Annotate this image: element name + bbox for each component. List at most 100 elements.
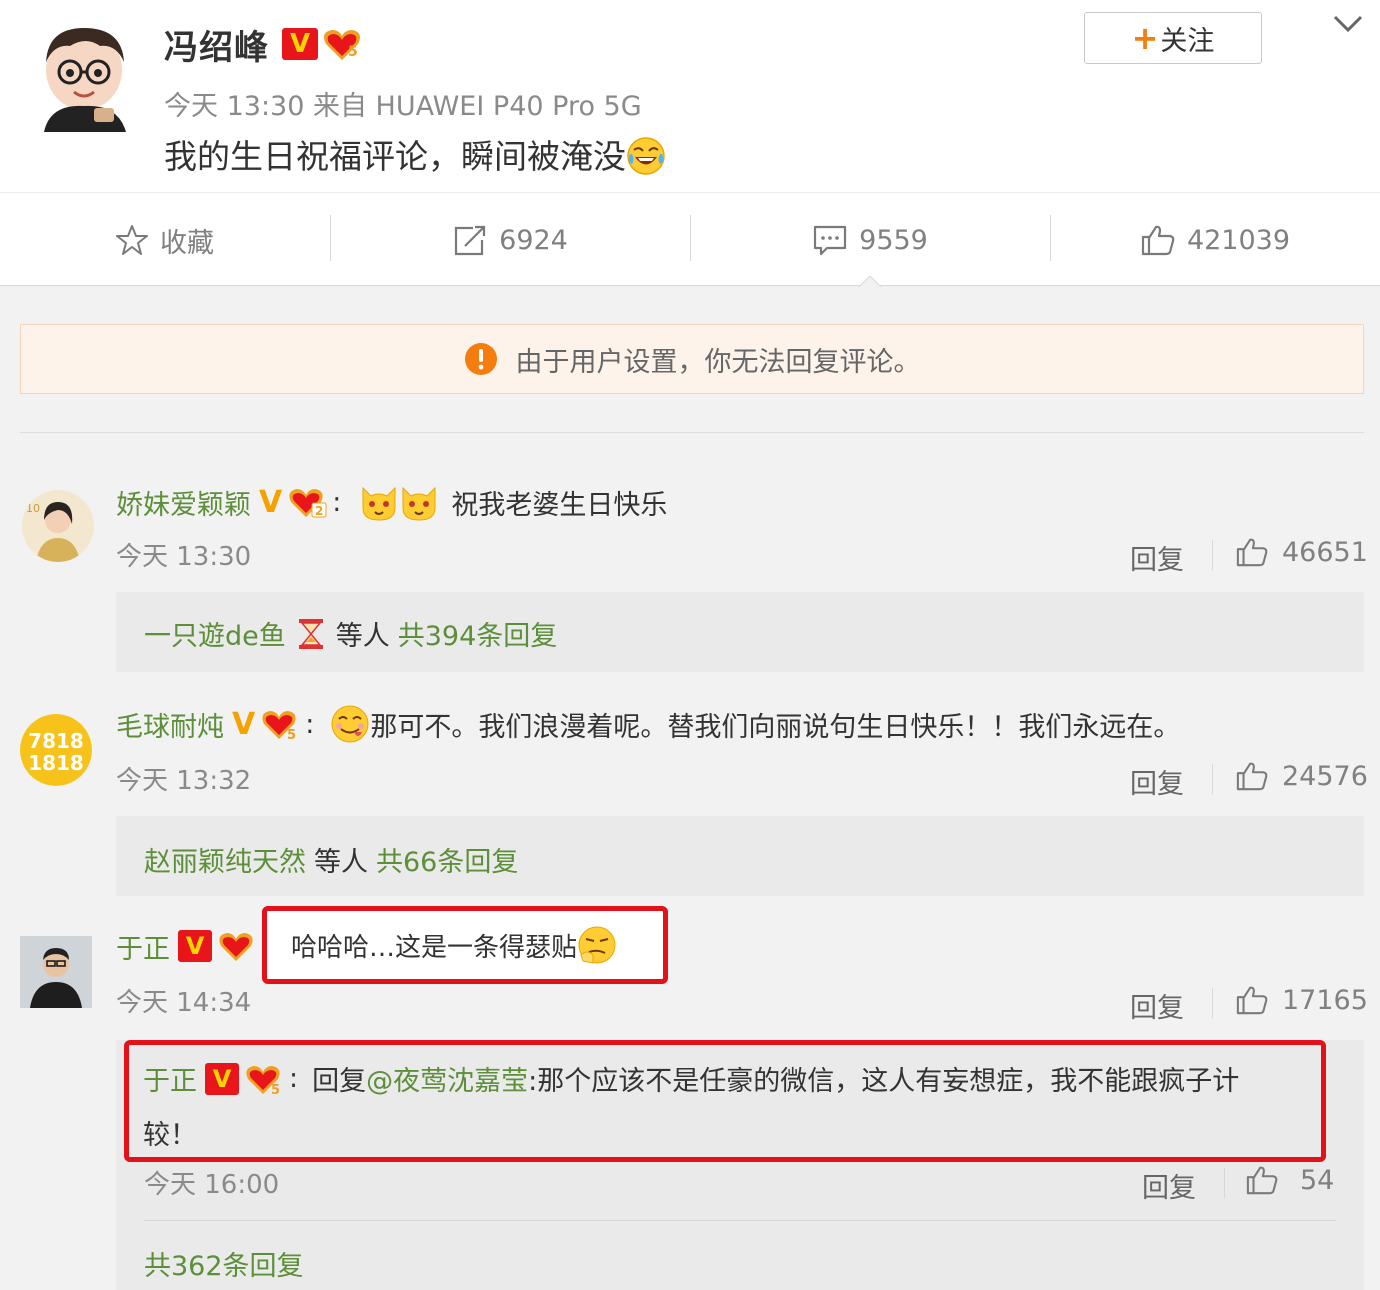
sub-reply-mention[interactable]: @夜莺沈嘉莹 (366, 1059, 528, 1098)
tab-caret-icon (858, 276, 882, 288)
sub-reply-prefix: 回复 (312, 1066, 367, 1097)
thumbs-up-icon (1236, 538, 1268, 567)
favorite-label: 收藏 (160, 227, 214, 259)
post-text: 我的生日祝福评论，瞬间被淹没 (164, 130, 666, 178)
comment-like-count: 46651 (1282, 536, 1368, 568)
comment-text: 祝我老婆生日快乐 (451, 489, 668, 521)
reply-button[interactable]: 回复 (1130, 986, 1184, 1025)
smug-emoji-icon (578, 926, 616, 964)
sub-reply-line: 于正 V 5 : 回复 @夜莺沈嘉莹 :那个应该不是任豪的微信，这人有妄想症，我… (143, 1059, 1239, 1098)
level-heart-icon: 5 (262, 711, 296, 741)
star-icon (116, 225, 148, 255)
sub-reply-like-button[interactable]: 54 (1246, 1164, 1334, 1196)
total-replies-link[interactable]: 共362条回复 (144, 1244, 304, 1283)
thumbs-up-icon (1246, 1166, 1278, 1195)
hourglass-icon (298, 618, 323, 649)
sub-reply-mid: 等人 (335, 621, 390, 652)
comment-text: 那可不。我们浪漫着呢。替我们向丽说句生日快乐！！我们永远在。 (370, 711, 1181, 743)
avatar[interactable]: 10 (22, 490, 94, 562)
post-text-content: 我的生日祝福评论，瞬间被淹没 (164, 137, 626, 176)
comment-icon (814, 225, 847, 256)
level-heart-icon: 2 (289, 489, 327, 518)
verified-badge: V (259, 484, 283, 520)
level-heart-icon (219, 933, 253, 961)
comment-like-button[interactable]: 46651 (1236, 536, 1368, 568)
reply-button[interactable]: 回复 (1130, 538, 1184, 577)
sub-divider (144, 1220, 1336, 1221)
svg-text:5: 5 (271, 1083, 280, 1096)
sub-reply-count[interactable]: 共394条回复 (398, 614, 558, 653)
divider (1212, 764, 1213, 794)
highlight-frame: 哈哈哈…这是一条得瑟贴 (262, 906, 668, 984)
sub-replies-summary: 赵丽颖纯天然 等人 共66条回复 (144, 840, 518, 879)
svg-text:5: 5 (348, 44, 358, 60)
thumbs-up-icon (1236, 762, 1268, 791)
sub-reply-like-count: 54 (1300, 1164, 1335, 1196)
comment-button[interactable]: 9559 (691, 193, 1050, 287)
post-card: 冯绍峰 V 5 今天 13:30 来自 HUAWEI P40 Pro 5G 我的… (0, 0, 1380, 192)
comment-separator: : (332, 486, 342, 518)
sub-reply-separator: : (289, 1063, 299, 1094)
cat-emoji-icon (402, 486, 436, 521)
comment-like-count: 24576 (1282, 760, 1368, 792)
repost-button[interactable]: 6924 (331, 193, 690, 287)
section-divider (20, 432, 1364, 433)
avatar[interactable] (20, 936, 92, 1008)
level-heart-icon: 5 (322, 26, 362, 62)
comment-like-button[interactable]: 24576 (1236, 760, 1368, 792)
author-name[interactable]: 冯绍峰 (164, 20, 269, 69)
svg-text:5: 5 (287, 728, 296, 741)
total-replies-count[interactable]: 共362条回复 (144, 1244, 304, 1283)
comment-like-count: 17165 (1282, 984, 1368, 1016)
share-icon (455, 225, 486, 256)
svg-text:7818: 7818 (28, 729, 84, 753)
verified-badge: V (282, 28, 318, 60)
sub-reply-mid: 等人 (314, 847, 368, 878)
author-avatar[interactable] (36, 22, 134, 132)
comment-text-wrap: 哈哈哈…这是一条得瑟贴 (291, 925, 617, 965)
sub-replies-box[interactable]: 赵丽颖纯天然 等人 共66条回复 (116, 816, 1364, 896)
like-button[interactable]: 421039 (1051, 193, 1380, 287)
sub-replies-box[interactable]: 一只遊de鱼 等人 共394条回复 (116, 592, 1364, 672)
comment-username[interactable]: 于正 (116, 927, 170, 966)
comment-line: 于正 V (116, 924, 258, 968)
laugh-cry-emoji-icon (626, 136, 666, 176)
comment-time: 今天 13:30 (116, 542, 252, 572)
comment-line: 娇妹爱颖颖 V 2 : 祝我老婆生日快乐 (116, 480, 667, 524)
level-heart-icon: 5 (246, 1065, 280, 1096)
comment-username[interactable]: 娇妹爱颖颖 (116, 483, 251, 522)
sub-reply-reply-button[interactable]: 回复 (1142, 1166, 1196, 1205)
plus-icon: + (1131, 19, 1159, 57)
follow-button[interactable]: + 关注 (1084, 12, 1262, 64)
comment-like-button[interactable]: 17165 (1236, 984, 1368, 1016)
chevron-down-icon[interactable] (1332, 12, 1364, 36)
action-bar: 收藏 6924 9559 421039 (0, 192, 1380, 286)
sub-reply-users[interactable]: 一只遊de鱼 (144, 614, 286, 653)
like-count: 421039 (1186, 224, 1291, 256)
verified-badge: V (178, 930, 212, 962)
sub-replies-summary: 一只遊de鱼 等人 共394条回复 (144, 614, 557, 653)
thumbs-up-icon (1141, 225, 1175, 256)
comment-time: 今天 14:34 (116, 988, 252, 1018)
verified-badge: V (205, 1062, 239, 1095)
avatar[interactable]: 7818 1818 (20, 714, 92, 786)
post-meta: 今天 13:30 来自 HUAWEI P40 Pro 5G (164, 91, 642, 122)
repost-count: 6924 (499, 224, 568, 256)
warning-icon (464, 343, 497, 375)
notice-text: 由于用户设置，你无法回复评论。 (515, 346, 921, 378)
divider (1212, 540, 1213, 570)
thumbs-up-icon (1236, 986, 1268, 1015)
comment-line: 毛球耐炖 V 5 : 那可不。我们浪漫着呢。替我们向丽说句生日快乐！！我们永远在… (116, 702, 1180, 746)
cat-emoji-icon (362, 486, 396, 521)
highlight-frame: 于正 V 5 : 回复 @夜莺沈嘉莹 :那个应该不是任豪的微信，这人有妄想症，我… (124, 1040, 1326, 1162)
comment-username[interactable]: 毛球耐炖 (116, 705, 224, 744)
sub-reply-text-line2: 较！ (143, 1120, 197, 1151)
verified-badge: V (232, 706, 256, 742)
sub-reply-users[interactable]: 赵丽颖纯天然 (144, 840, 306, 879)
comment-text: 哈哈哈…这是一条得瑟贴 (291, 932, 578, 963)
reply-button[interactable]: 回复 (1130, 762, 1184, 801)
favorite-button[interactable]: 收藏 (0, 193, 330, 287)
sub-reply-username[interactable]: 于正 (143, 1059, 197, 1098)
divider (1224, 1168, 1225, 1198)
sub-reply-count[interactable]: 共66条回复 (376, 840, 518, 879)
